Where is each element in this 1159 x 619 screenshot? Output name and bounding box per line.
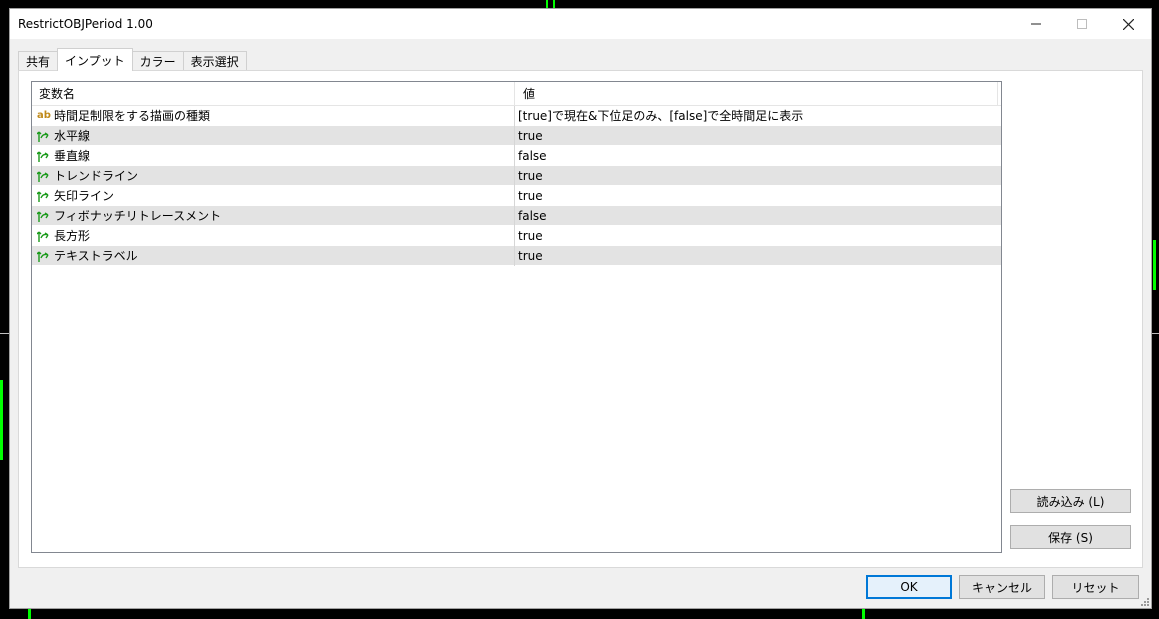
save-button[interactable]: 保存 (S): [1010, 525, 1131, 549]
inputs-panel: 変数名 値 ab 時間足制限をする描画の種類 [true]で現在&下位足のみ、[fa…: [18, 70, 1143, 568]
variable-value-cell[interactable]: true: [515, 246, 998, 266]
boolean-type-icon: [36, 168, 52, 184]
chart-candle: [546, 0, 548, 8]
variable-value-cell[interactable]: false: [515, 146, 998, 166]
variable-name-cell: 矢印ライン: [32, 185, 515, 206]
variable-name-cell: テキストラベル: [32, 245, 515, 266]
table-row[interactable]: 垂直線 false: [32, 145, 1001, 166]
variable-name: 垂直線: [54, 149, 91, 163]
table-row[interactable]: 水平線 true: [32, 125, 1001, 146]
tab-inputs[interactable]: インプット: [57, 48, 133, 71]
boolean-type-icon: [36, 228, 52, 244]
string-type-icon: ab: [37, 110, 51, 121]
title-bar[interactable]: RestrictOBJPeriod 1.00: [10, 9, 1151, 39]
load-button[interactable]: 読み込み (L): [1010, 489, 1131, 513]
boolean-type-icon: [36, 188, 52, 204]
reset-button[interactable]: リセット: [1052, 575, 1139, 599]
variable-name-cell: ab 時間足制限をする描画の種類: [32, 105, 515, 126]
variable-name-cell: 長方形: [32, 225, 515, 246]
inputs-grid: 変数名 値 ab 時間足制限をする描画の種類 [true]で現在&下位足のみ、[fa…: [31, 81, 1002, 553]
table-row[interactable]: ab 時間足制限をする描画の種類 [true]で現在&下位足のみ、[false]で全…: [32, 105, 1001, 126]
chart-gridline: [0, 333, 9, 334]
variable-name: テキストラベル: [54, 249, 138, 263]
variable-value-cell[interactable]: true: [515, 166, 998, 186]
variable-value-cell[interactable]: true: [515, 186, 998, 206]
variable-value-cell[interactable]: [true]で現在&下位足のみ、[false]で全時間足に表示: [515, 106, 998, 126]
cancel-button[interactable]: キャンセル: [959, 575, 1045, 599]
chart-gridline: [1152, 333, 1159, 334]
window-title: RestrictOBJPeriod 1.00: [18, 17, 153, 31]
boolean-type-icon: [36, 208, 52, 224]
ok-button[interactable]: OK: [866, 575, 952, 599]
variable-value-cell[interactable]: true: [515, 226, 998, 246]
table-row[interactable]: 長方形 true: [32, 225, 1001, 246]
chart-candle: [862, 609, 865, 619]
variable-name: 時間足制限をする描画の種類: [54, 109, 211, 123]
variable-name-cell: トレンドライン: [32, 165, 515, 186]
variable-name: 長方形: [54, 229, 91, 243]
variable-name-cell: 垂直線: [32, 145, 515, 166]
variable-value-cell[interactable]: true: [515, 126, 998, 146]
table-row[interactable]: フィボナッチリトレースメント false: [32, 205, 1001, 226]
close-icon[interactable]: [1105, 9, 1151, 39]
variable-name: フィボナッチリトレースメント: [54, 209, 222, 223]
tab-visualization[interactable]: 表示選択: [182, 51, 247, 71]
column-header-variable[interactable]: 変数名: [32, 82, 515, 105]
tab-colors[interactable]: カラー: [131, 51, 184, 71]
minimize-icon[interactable]: [1013, 9, 1059, 39]
resize-grip-icon[interactable]: [1139, 596, 1149, 606]
variable-name-cell: フィボナッチリトレースメント: [32, 205, 515, 226]
boolean-type-icon: [36, 248, 52, 264]
table-row[interactable]: 矢印ライン true: [32, 185, 1001, 206]
variable-name: 矢印ライン: [54, 189, 115, 203]
variable-name: 水平線: [54, 129, 91, 143]
variable-value-cell[interactable]: false: [515, 206, 998, 226]
boolean-type-icon: [36, 148, 52, 164]
boolean-type-icon: [36, 128, 52, 144]
tab-common[interactable]: 共有: [18, 51, 59, 71]
chart-candle: [28, 609, 31, 619]
input-dialog: RestrictOBJPeriod 1.00 共有 インプット カラー 表示選択…: [9, 8, 1152, 609]
chart-candle: [0, 380, 3, 460]
table-row[interactable]: テキストラベル true: [32, 245, 1001, 266]
variable-name-cell: 水平線: [32, 125, 515, 146]
tab-bar: 共有 インプット カラー 表示選択: [18, 48, 247, 71]
maximize-icon[interactable]: [1059, 9, 1105, 39]
chart-candle: [1153, 240, 1156, 290]
table-row[interactable]: トレンドライン true: [32, 165, 1001, 186]
chart-candle: [553, 0, 555, 8]
variable-name: トレンドライン: [54, 169, 139, 183]
grid-header: 変数名 値: [32, 82, 1001, 106]
column-header-value[interactable]: 値: [515, 82, 998, 105]
